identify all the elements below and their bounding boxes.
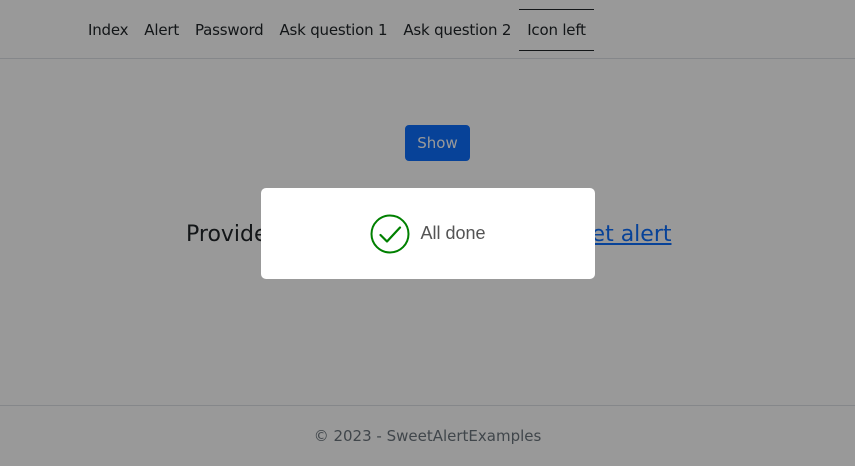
alert-popup: All done <box>261 188 595 279</box>
success-check-icon <box>370 214 410 253</box>
modal-backdrop[interactable]: All done <box>0 0 855 466</box>
alert-title: All done <box>420 223 486 243</box>
